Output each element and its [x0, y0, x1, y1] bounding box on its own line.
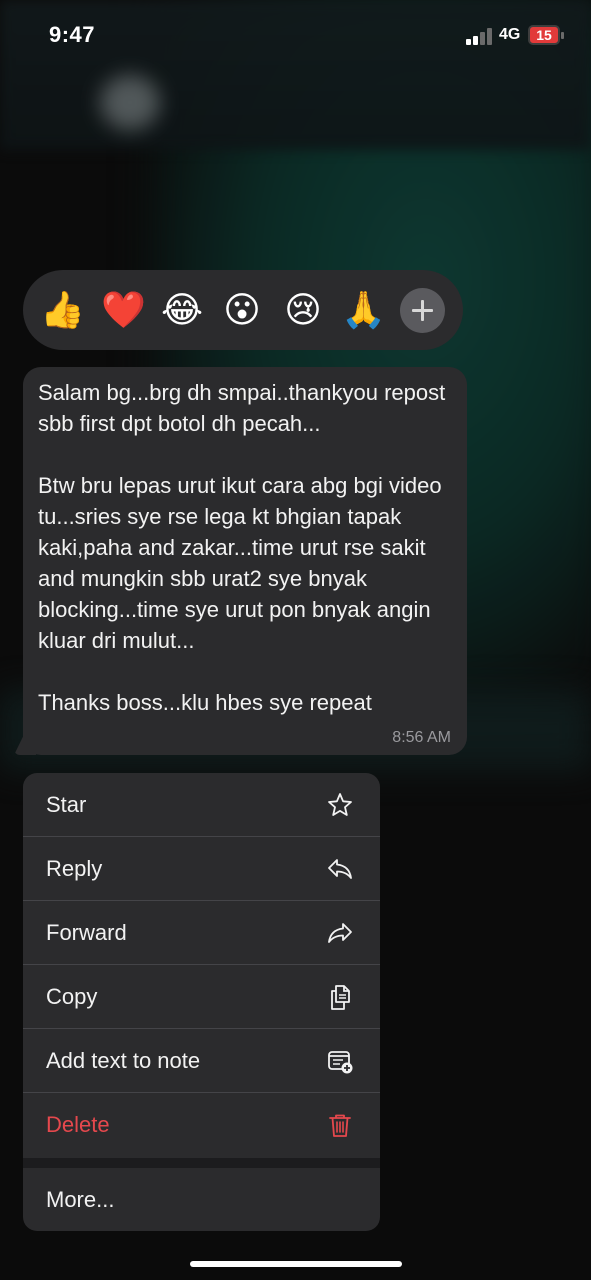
menu-delete-label: Delete — [46, 1112, 110, 1137]
reaction-open-mouth[interactable]: 😮 — [220, 288, 264, 332]
menu-add-to-note[interactable]: Add text to note — [23, 1029, 380, 1093]
network-type: 4G — [499, 26, 521, 43]
reaction-heart[interactable]: ❤️ — [101, 288, 146, 332]
home-indicator[interactable] — [190, 1261, 402, 1267]
reaction-thumbs-up[interactable]: 👍 — [40, 288, 85, 332]
menu-reply[interactable]: Reply — [23, 837, 380, 901]
menu-forward[interactable]: Forward — [23, 901, 380, 965]
star-icon — [328, 792, 352, 816]
menu-forward-label: Forward — [46, 919, 127, 945]
add-reaction-plus-icon[interactable] — [400, 288, 445, 333]
message-timestamp: 8:56 AM — [392, 729, 451, 746]
message-paragraph-3: Thanks boss...klu hbes sye repeat — [38, 690, 372, 715]
reaction-tears-of-joy[interactable]: 😂 — [160, 288, 204, 332]
battery-level: 15 — [536, 27, 552, 43]
message-text: Salam bg...brg dh smpai..thankyou repost… — [38, 377, 458, 718]
menu-add-note-label: Add text to note — [46, 1047, 201, 1073]
battery-icon: 15 — [528, 25, 564, 45]
menu-reply-label: Reply — [46, 855, 103, 881]
menu-star[interactable]: Star — [23, 773, 380, 837]
menu-delete[interactable]: Delete — [23, 1093, 380, 1157]
menu-group-gap — [23, 1158, 380, 1168]
reaction-bar: 👍 ❤️ 😂 😮 😢 🙏 — [23, 270, 463, 350]
menu-copy-label: Copy — [46, 983, 98, 1009]
reaction-crying[interactable]: 😢 — [281, 288, 325, 332]
menu-more[interactable]: More... — [23, 1168, 380, 1231]
message-paragraph-2: Btw bru lepas urut ikut cara abg bgi vid… — [38, 473, 442, 653]
reaction-folded-hands[interactable]: 🙏 — [341, 288, 386, 332]
cellular-signal-icon — [466, 27, 494, 45]
status-bar: 9:47 4G 15 — [0, 0, 591, 70]
forward-arrow-icon — [328, 922, 352, 943]
message-paragraph-1: Salam bg...brg dh smpai..thankyou repost… — [38, 380, 446, 436]
menu-star-label: Star — [46, 791, 87, 817]
add-note-icon — [328, 1050, 353, 1073]
context-menu: Star Reply Forward Copy Add text to note — [23, 773, 380, 1231]
reply-arrow-icon — [328, 858, 352, 879]
menu-copy[interactable]: Copy — [23, 965, 380, 1029]
message-bubble[interactable]: Salam bg...brg dh smpai..thankyou repost… — [14, 367, 467, 755]
trash-icon — [329, 1114, 351, 1137]
menu-more-label: More... — [46, 1186, 115, 1212]
copy-documents-icon — [331, 984, 350, 1010]
status-time: 9:47 — [49, 22, 96, 47]
